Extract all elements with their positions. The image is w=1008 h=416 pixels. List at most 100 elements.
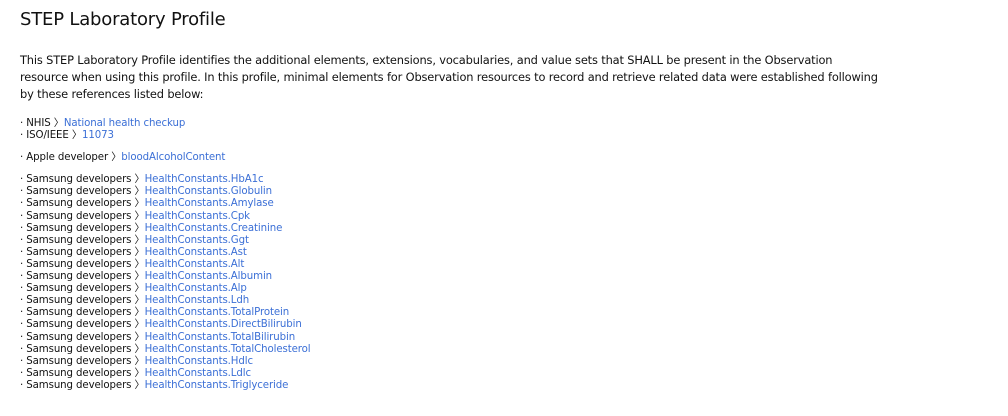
- reference-link[interactable]: HealthConstants.Cpk: [145, 211, 250, 222]
- reference-source: Samsung developers: [26, 319, 132, 331]
- reference-link[interactable]: HealthConstants.Alp: [145, 283, 247, 294]
- reference-source: Samsung developers: [26, 271, 132, 283]
- reference-link[interactable]: HealthConstants.TotalCholesterol: [145, 344, 311, 355]
- reference-source: Samsung developers: [26, 234, 132, 246]
- separator-chevron: 〉: [134, 379, 145, 391]
- reference-link[interactable]: National health checkup: [64, 118, 185, 129]
- separator-chevron: 〉: [134, 222, 145, 234]
- reference-link[interactable]: HealthConstants.Alt: [145, 259, 245, 270]
- reference-item: · Samsung developers 〉HealthConstants.Gl…: [20, 186, 980, 198]
- bullet-marker: ·: [20, 222, 24, 234]
- separator-chevron: 〉: [134, 367, 145, 379]
- reference-link[interactable]: HealthConstants.Albumin: [145, 271, 273, 282]
- bullet-marker: ·: [20, 355, 24, 367]
- reference-group: · Samsung developers 〉HealthConstants.Hb…: [20, 174, 980, 392]
- reference-source: NHIS: [26, 118, 51, 129]
- reference-source: Samsung developers: [26, 307, 132, 319]
- reference-link[interactable]: HealthConstants.Ldlc: [145, 368, 251, 379]
- reference-item: · Samsung developers 〉HealthConstants.To…: [20, 307, 980, 319]
- separator-chevron: 〉: [134, 246, 145, 258]
- reference-link[interactable]: HealthConstants.Hdlc: [145, 356, 253, 367]
- bullet-marker: ·: [20, 319, 24, 331]
- reference-item: · Samsung developers 〉HealthConstants.Cp…: [20, 211, 980, 223]
- bullet-marker: ·: [20, 198, 24, 210]
- reference-item: · Samsung developers 〉HealthConstants.Al…: [20, 271, 980, 283]
- reference-link[interactable]: HealthConstants.HbA1c: [145, 174, 264, 185]
- reference-source: Samsung developers: [26, 174, 132, 186]
- separator-chevron: 〉: [134, 174, 145, 186]
- reference-link[interactable]: HealthConstants.TotalBilirubin: [145, 332, 296, 343]
- reference-item: · Apple developer 〉bloodAlcoholContent: [20, 152, 980, 164]
- reference-source: Apple developer: [26, 152, 109, 164]
- separator-chevron: 〉: [134, 319, 145, 331]
- reference-list: · NHIS 〉National health checkup · ISO/IEE…: [20, 118, 980, 392]
- reference-source: Samsung developers: [26, 379, 132, 391]
- reference-source: ISO/IEEE: [26, 130, 69, 142]
- separator-chevron: 〉: [53, 118, 64, 129]
- reference-item: · Samsung developers 〉HealthConstants.Ld…: [20, 295, 980, 307]
- separator-chevron: 〉: [134, 198, 145, 210]
- reference-link[interactable]: HealthConstants.Creatinine: [145, 223, 283, 234]
- bullet-marker: ·: [20, 174, 24, 186]
- profile-page: STEP Laboratory Profile This STEP Labora…: [20, 8, 980, 392]
- reference-source: Samsung developers: [26, 186, 132, 198]
- bullet-marker: ·: [20, 379, 24, 391]
- reference-item: · Samsung developers 〉HealthConstants.Al…: [20, 259, 980, 271]
- reference-link[interactable]: HealthConstants.Ast: [145, 247, 247, 258]
- reference-link[interactable]: HealthConstants.Triglyceride: [145, 380, 289, 391]
- separator-chevron: 〉: [134, 295, 145, 307]
- reference-source: Samsung developers: [26, 222, 132, 234]
- separator-chevron: 〉: [111, 152, 122, 164]
- bullet-marker: ·: [20, 295, 24, 307]
- reference-group: · NHIS 〉National health checkup · ISO/IEE…: [20, 118, 980, 142]
- reference-item: · Samsung developers 〉HealthConstants.To…: [20, 332, 980, 344]
- separator-chevron: 〉: [134, 234, 145, 246]
- bullet-marker: ·: [20, 246, 24, 258]
- bullet-marker: ·: [20, 210, 24, 222]
- bullet-marker: ·: [20, 331, 24, 343]
- separator-chevron: 〉: [134, 307, 145, 319]
- bullet-marker: ·: [20, 118, 24, 129]
- separator-chevron: 〉: [134, 331, 145, 343]
- bullet-marker: ·: [20, 186, 24, 198]
- bullet-marker: ·: [20, 307, 24, 319]
- reference-item: · Samsung developers 〉HealthConstants.Tr…: [20, 380, 980, 392]
- intro-paragraph: This STEP Laboratory Profile identifies …: [20, 53, 878, 101]
- reference-source: Samsung developers: [26, 355, 132, 367]
- bullet-marker: ·: [20, 234, 24, 246]
- reference-link[interactable]: HealthConstants.Globulin: [145, 186, 273, 197]
- bullet-marker: ·: [20, 367, 24, 379]
- reference-link[interactable]: HealthConstants.TotalProtein: [145, 307, 290, 318]
- bullet-marker: ·: [20, 343, 24, 355]
- reference-group: · Apple developer 〉bloodAlcoholContent: [20, 152, 980, 164]
- bullet-marker: ·: [20, 258, 24, 270]
- reference-item: · Samsung developers 〉HealthConstants.Gg…: [20, 235, 980, 247]
- reference-item: · NHIS 〉National health checkup: [20, 118, 980, 130]
- reference-source: Samsung developers: [26, 343, 132, 355]
- separator-chevron: 〉: [134, 355, 145, 367]
- reference-source: Samsung developers: [26, 246, 132, 258]
- reference-item: · Samsung developers 〉HealthConstants.Hd…: [20, 356, 980, 368]
- reference-source: Samsung developers: [26, 198, 132, 210]
- separator-chevron: 〉: [134, 343, 145, 355]
- reference-item: · Samsung developers 〉HealthConstants.Ld…: [20, 368, 980, 380]
- reference-link[interactable]: HealthConstants.Amylase: [145, 198, 274, 209]
- reference-item: · Samsung developers 〉HealthConstants.Di…: [20, 319, 980, 331]
- reference-item: · ISO/IEEE 〉11073: [20, 130, 980, 142]
- reference-source: Samsung developers: [26, 258, 132, 270]
- page-title: STEP Laboratory Profile: [20, 9, 226, 30]
- bullet-marker: ·: [20, 271, 24, 283]
- reference-source: Samsung developers: [26, 283, 132, 295]
- separator-chevron: 〉: [134, 186, 145, 198]
- reference-link[interactable]: HealthConstants.DirectBilirubin: [145, 319, 302, 330]
- reference-link[interactable]: HealthConstants.Ldh: [145, 295, 250, 306]
- bullet-marker: ·: [20, 152, 24, 164]
- bullet-marker: ·: [20, 130, 24, 142]
- reference-link[interactable]: HealthConstants.Ggt: [145, 235, 249, 246]
- bullet-marker: ·: [20, 283, 24, 295]
- reference-link[interactable]: bloodAlcoholContent: [121, 152, 225, 163]
- reference-link[interactable]: 11073: [82, 130, 114, 141]
- reference-item: · Samsung developers 〉HealthConstants.As…: [20, 247, 980, 259]
- separator-chevron: 〉: [134, 271, 145, 283]
- reference-source: Samsung developers: [26, 331, 132, 343]
